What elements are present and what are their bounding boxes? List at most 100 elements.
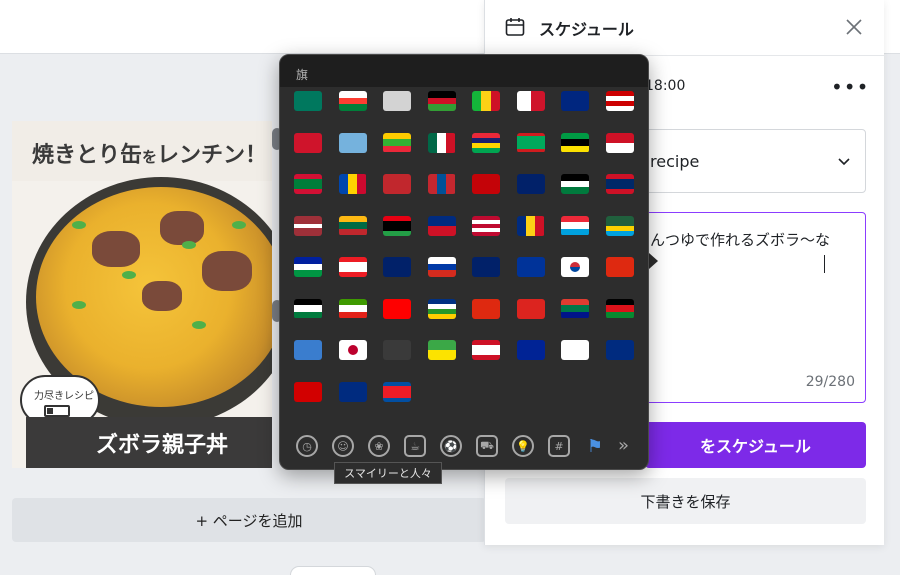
flag-american-samoa-icon[interactable] [605,340,634,360]
scallion [122,271,136,279]
flag-central-african-republic-icon[interactable] [427,298,456,319]
recent-icon[interactable]: ◷ [296,435,318,457]
panel-title: スケジュール [539,20,634,39]
flag-martinique-icon[interactable] [561,91,589,111]
flag-monaco-icon[interactable] [605,132,634,153]
flag-mauritania-icon[interactable] [516,132,545,153]
post-text: んつゆで作れるズボラ〜な [650,231,831,249]
flag-laos-icon[interactable] [605,174,634,194]
flag-equatorial-guinea-icon[interactable] [338,298,367,319]
flag-lesotho-icon[interactable] [294,257,322,277]
picker-pointer [649,253,658,269]
flag-moldova-icon[interactable] [338,174,367,194]
flag-montserrat-icon[interactable] [516,174,545,194]
flag-russia-icon[interactable] [427,257,456,277]
activity-icon[interactable]: ⚽ [440,435,462,457]
flag-jordan-icon[interactable] [561,174,589,194]
flag-north-macedonia-icon[interactable] [294,381,322,402]
scallion [232,221,246,229]
flag-china-icon[interactable] [472,298,500,319]
flag-lithuania-icon[interactable] [338,215,367,236]
objects-icon[interactable]: 💡 [512,435,534,457]
flag-latvia-icon[interactable] [294,215,322,236]
flag-myanmar-icon[interactable] [383,132,411,153]
flag-hong-kong-icon[interactable] [605,257,634,277]
schedule-button[interactable]: をスケジュール [645,422,866,468]
flag-liechtenstein-icon[interactable] [427,215,456,236]
flag-malawi-icon[interactable] [427,91,456,111]
flag-uk-icon[interactable] [383,257,411,277]
flag-french-polynesia-icon[interactable] [472,340,500,360]
scallion [72,301,86,309]
chicken-chunk [142,281,182,311]
scallion [72,221,86,229]
flag-malta-icon[interactable] [516,91,545,111]
flag-morocco-icon[interactable] [383,174,411,194]
close-icon[interactable] [843,16,865,38]
chicken-chunk [92,231,140,267]
design-title-particle: を [142,148,158,166]
flag-liberia-icon[interactable] [472,215,500,236]
flag-romania-icon[interactable] [516,215,545,236]
smiley-icon[interactable]: ☺ [332,435,354,457]
flag-crossed-flags-icon[interactable] [383,340,411,360]
flag-japan-icon[interactable] [338,340,367,360]
page-pill[interactable] [290,566,376,575]
flag-south-africa-icon[interactable] [561,298,589,319]
chevron-down-icon [838,158,850,166]
more-categories-icon[interactable]: » [618,435,629,456]
scallion [182,241,196,249]
picker-category-title: 旗 [296,68,309,82]
flag-mauritius-icon[interactable] [472,132,500,153]
flag-rwanda-icon[interactable] [605,215,634,236]
flag-libya-icon[interactable] [383,215,411,236]
flag-virgin-islands-icon[interactable] [561,340,589,360]
flag-north-korea-icon[interactable] [383,381,411,402]
flag-luxembourg-icon[interactable] [561,215,589,236]
flag-taiwan-icon[interactable] [383,298,411,319]
bubble-text: 力尽きレシピ [34,391,94,402]
chicken-chunk [160,211,204,245]
flag-nauru-icon[interactable] [338,381,367,402]
flag-malawi-alt-icon[interactable] [383,91,411,111]
flag-mozambique-icon[interactable] [561,132,589,153]
design-banner-text: ズボラ親子丼 [96,433,229,458]
save-draft-button[interactable]: 下書きを保存 [505,478,866,524]
flag-mongolia-icon[interactable] [427,174,456,194]
more-options-icon[interactable]: ••• [831,75,869,99]
flag-maldives-icon[interactable] [294,174,322,194]
flag-montenegro-icon[interactable] [472,174,500,194]
symbols-icon[interactable]: # [548,435,570,457]
flag-macau-icon[interactable] [294,91,322,111]
flag-lebanon-icon[interactable] [338,257,367,277]
scallion [192,321,206,329]
flags-icon[interactable]: ⚑ [584,435,606,457]
travel-icon[interactable]: ⛟ [476,435,498,457]
post-text-area[interactable]: んつゆで作れるズボラ〜な 29/280 [645,212,866,403]
food-icon[interactable]: ☕ [404,435,426,457]
design-title-main: 焼きとり缶 [32,143,143,168]
flag-french-guiana-icon[interactable] [427,340,456,360]
flag-malaysia-icon[interactable] [605,91,634,111]
channel-select[interactable]: recipe [645,129,866,193]
flag-mali-icon[interactable] [472,91,500,111]
animal-icon[interactable]: ❀ [368,435,390,457]
flag-south-korea-icon[interactable] [561,257,589,277]
flag-eu-icon[interactable] [516,257,545,277]
add-page-button[interactable]: + ページを追加 [12,498,486,542]
schedule-time[interactable]: 18:00 [645,78,685,94]
flag-western-sahara-icon[interactable] [294,298,322,319]
flag-french-southern-icon[interactable] [516,340,545,360]
flag-south-sudan-icon[interactable] [605,298,634,319]
panel-header: スケジュール [485,0,885,56]
flag-micronesia-icon[interactable] [338,132,367,153]
flag-mexico-icon[interactable] [427,132,456,153]
flag-cayman-icon[interactable] [472,257,500,277]
text-cursor [824,255,825,273]
channel-select-value: recipe [650,152,700,171]
flag-east-timor-icon[interactable] [516,298,545,319]
flag-madagascar-icon[interactable] [338,91,367,111]
flag-antarctica-icon[interactable] [294,340,322,360]
design-page[interactable]: 焼きとり缶をレンチン！ 力尽きレシピ ズボラ親子丼 [12,121,272,468]
flag-isle-of-man-icon[interactable] [294,132,322,153]
